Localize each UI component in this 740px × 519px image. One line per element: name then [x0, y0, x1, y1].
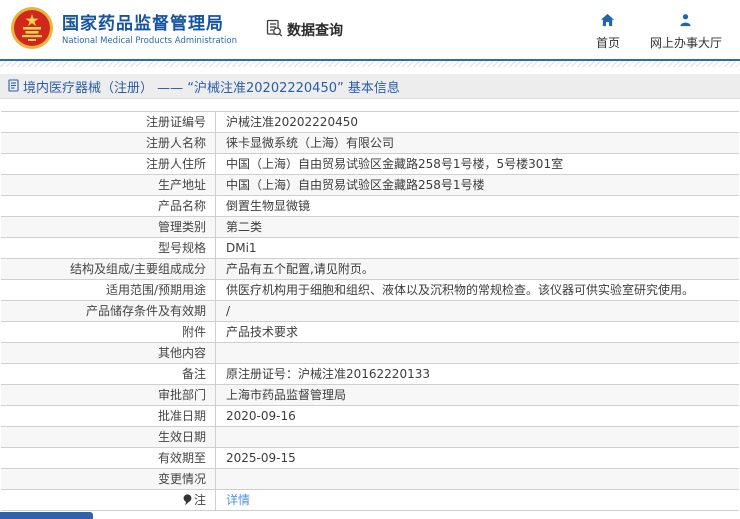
table-row: 生效日期: [1, 426, 739, 447]
registration-number: 沪械注准20202220450: [226, 115, 358, 129]
table-row: 结构及组成/主要组成成分 产品有五个配置,请见附页。: [1, 258, 739, 279]
storage-conditions: /: [226, 304, 231, 318]
expiry-date: 2025-09-15: [226, 451, 296, 465]
change-status: [216, 469, 739, 489]
table-row: 其他内容: [1, 342, 739, 363]
table-row: 注册证编号 沪械注准20202220450: [1, 111, 739, 132]
table-row: 产品名称 倒置生物显微镜: [1, 195, 739, 216]
breadcrumb: 境内医疗器械（注册） —— “沪械注准20202220450” 基本信息: [0, 74, 740, 99]
data-query-label: 数据查询: [287, 22, 343, 39]
table-row: 适用范围/预期用途 供医疗机构用于细胞和组织、液体以及沉积物的常规检查。该仪器可供…: [1, 279, 739, 300]
national-emblem-icon: [10, 6, 54, 54]
detail-link[interactable]: 详情: [226, 493, 250, 507]
production-address: 中国（上海）自由贸易试验区金藏路258号1号楼: [226, 178, 485, 192]
site-title: 国家药品监督管理局: [62, 13, 224, 34]
table-row: 变更情况: [1, 468, 739, 489]
management-category: 第二类: [226, 220, 263, 234]
table-row: 注册人住所 中国（上海）自由贸易试验区金藏路258号1号楼，5号楼301室: [1, 153, 739, 174]
nav-data-query[interactable]: 数据查询: [265, 19, 343, 41]
model-spec: DMi1: [226, 241, 257, 255]
product-name: 倒置生物显微镜: [226, 199, 311, 213]
table-row: 附件 产品技术要求: [1, 321, 739, 342]
person-icon: [678, 12, 693, 31]
approval-date: 2020-09-16: [226, 409, 296, 423]
document-icon: [8, 77, 19, 96]
table-row: 有效期至 2025-09-15: [1, 447, 739, 468]
nav-online-hall[interactable]: 网上办事大厅: [650, 12, 722, 51]
online-hall-label: 网上办事大厅: [649, 36, 722, 50]
header: 国家药品监督管理局 National Medical Products Admi…: [0, 0, 740, 59]
other-content: [216, 343, 739, 363]
breadcrumb-text: 境内医疗器械（注册） —— “沪械注准20202220450” 基本信息: [23, 80, 400, 96]
table-row: 型号规格 DMi1: [1, 237, 739, 258]
balloon-note-icon: [183, 494, 192, 506]
nav-home[interactable]: 首页: [596, 12, 620, 51]
table-row: 备注 原注册证号：沪械注准20162220133: [1, 363, 739, 384]
table-row: 审批部门 上海市药品监督管理局: [1, 384, 739, 405]
footer-fragment: [0, 512, 93, 519]
effective-date: [216, 427, 739, 447]
brand-logo[interactable]: 国家药品监督管理局 National Medical Products Admi…: [10, 6, 237, 54]
structure-composition: 产品有五个配置,请见附页。: [226, 262, 374, 276]
remarks: 原注册证号：沪械注准20162220133: [226, 367, 430, 381]
intended-use: 供医疗机构用于细胞和组织、液体以及沉积物的常规检查。该仪器可供实验室研究使用。: [226, 283, 695, 297]
table-row: 生产地址 中国（上海）自由贸易试验区金藏路258号1号楼: [1, 174, 739, 195]
home-label: 首页: [595, 36, 620, 50]
registrant-name: 徕卡显微系统（上海）有限公司: [226, 136, 395, 150]
attachment: 产品技术要求: [226, 325, 299, 339]
note-cell: 详情: [216, 490, 739, 510]
table-row: 管理类别 第二类: [1, 216, 739, 237]
site-subtitle: National Medical Products Administration: [62, 35, 237, 46]
table-row-note: 注 详情: [1, 489, 739, 510]
table-row: 批准日期 2020-09-16: [1, 405, 739, 426]
registration-info-table: 注册证编号 沪械注准20202220450 注册人名称 徕卡显微系统（上海）有限公司…: [1, 111, 739, 511]
approval-department: 上海市药品监督管理局: [226, 388, 347, 402]
home-icon: [600, 12, 615, 31]
table-row: 产品储存条件及有效期 /: [1, 300, 739, 321]
registrant-address: 中国（上海）自由贸易试验区金藏路258号1号楼，5号楼301室: [226, 157, 564, 171]
document-search-icon: [265, 19, 283, 41]
table-row: 注册人名称 徕卡显微系统（上海）有限公司: [1, 132, 739, 153]
